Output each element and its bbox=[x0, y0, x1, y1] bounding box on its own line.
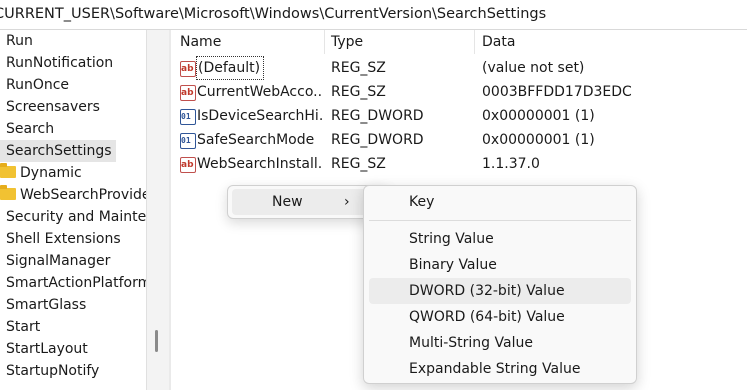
submenu-item-string-value[interactable]: String Value bbox=[369, 226, 631, 252]
submenu-item-expandable-string-value[interactable]: Expandable String Value bbox=[369, 356, 631, 382]
tree-item-searchsettings[interactable]: SearchSettings bbox=[0, 140, 116, 162]
tree-item-signalmanager[interactable]: SignalManager bbox=[0, 250, 110, 272]
submenu-item-dword-value[interactable]: DWORD (32-bit) Value bbox=[369, 278, 631, 304]
string-value-icon bbox=[180, 57, 196, 81]
column-header-name[interactable]: Name bbox=[180, 30, 221, 54]
tree-item-start[interactable]: Start bbox=[0, 316, 40, 338]
value-name: CurrentWebAcco... bbox=[197, 84, 323, 100]
address-path: CURRENT_USER\Software\Microsoft\Windows\… bbox=[0, 6, 547, 22]
value-data: 0x00000001 (1) bbox=[482, 132, 595, 148]
pane-splitter[interactable] bbox=[169, 30, 171, 390]
column-divider[interactable] bbox=[324, 30, 325, 54]
new-submenu: Key String Value Binary Value DWORD (32-… bbox=[363, 185, 637, 384]
key-tree-pane[interactable]: Run RunNotification RunOnce Screensavers… bbox=[0, 30, 146, 390]
value-type: REG_DWORD bbox=[331, 108, 424, 124]
submenu-item-binary-value[interactable]: Binary Value bbox=[369, 252, 631, 278]
value-data: 0003BFFDD17D3EDC bbox=[482, 84, 632, 100]
submenu-item-multi-string-value[interactable]: Multi-String Value bbox=[369, 330, 631, 356]
value-row-currentwebaccount[interactable]: CurrentWebAcco... REG_SZ 0003BFFDD17D3ED… bbox=[172, 80, 747, 105]
value-row-default[interactable]: (Default) REG_SZ (value not set) bbox=[172, 56, 747, 81]
value-row-safesearchmode[interactable]: SafeSearchMode REG_DWORD 0x00000001 (1) bbox=[172, 128, 747, 153]
address-bar[interactable]: CURRENT_USER\Software\Microsoft\Windows\… bbox=[0, 0, 747, 30]
scrollbar-thumb[interactable] bbox=[155, 330, 158, 352]
tree-item-shell-extensions[interactable]: Shell Extensions bbox=[0, 228, 121, 250]
value-type: REG_SZ bbox=[331, 84, 386, 100]
tree-item-startlayout[interactable]: StartLayout bbox=[0, 338, 88, 360]
value-type: REG_SZ bbox=[331, 156, 386, 172]
folder-icon bbox=[0, 185, 16, 200]
submenu-item-qword-value[interactable]: QWORD (64-bit) Value bbox=[369, 304, 631, 330]
value-name: SafeSearchMode bbox=[197, 132, 315, 148]
folder-icon bbox=[0, 163, 16, 178]
chevron-right-icon: › bbox=[344, 194, 350, 210]
value-data: (value not set) bbox=[482, 60, 585, 76]
tree-item-runnotification[interactable]: RunNotification bbox=[0, 52, 113, 74]
value-data: 1.1.37.0 bbox=[482, 156, 540, 172]
tree-item-search[interactable]: Search bbox=[0, 118, 54, 140]
value-type: REG_SZ bbox=[331, 60, 386, 76]
string-value-icon bbox=[180, 153, 196, 177]
value-type: REG_DWORD bbox=[331, 132, 424, 148]
tree-item-screensavers[interactable]: Screensavers bbox=[0, 96, 100, 118]
menu-item-new[interactable]: New › bbox=[232, 189, 384, 215]
column-header-data[interactable]: Data bbox=[482, 30, 515, 54]
value-name: IsDeviceSearchHi... bbox=[197, 108, 323, 124]
menu-item-new-label: New bbox=[272, 194, 303, 210]
value-name: WebSearchInstall... bbox=[197, 156, 323, 172]
menu-separator bbox=[369, 220, 631, 221]
value-data: 0x00000001 (1) bbox=[482, 108, 595, 124]
tree-item-smartglass[interactable]: SmartGlass bbox=[0, 294, 86, 316]
tree-item-run[interactable]: Run bbox=[0, 30, 33, 52]
tree-item-security-maintenance[interactable]: Security and Mainten bbox=[0, 206, 146, 228]
string-value-icon bbox=[180, 81, 196, 105]
submenu-item-key[interactable]: Key bbox=[369, 189, 631, 215]
binary-value-icon bbox=[180, 105, 196, 129]
column-header-type[interactable]: Type bbox=[331, 30, 363, 54]
tree-item-websearchprovider[interactable]: WebSearchProvide bbox=[0, 184, 146, 206]
tree-item-runonce[interactable]: RunOnce bbox=[0, 74, 69, 96]
binary-value-icon bbox=[180, 129, 196, 153]
tree-item-startupnotify[interactable]: StartupNotify bbox=[0, 360, 99, 382]
value-row-isdevicesearchhistory[interactable]: IsDeviceSearchHi... REG_DWORD 0x00000001… bbox=[172, 104, 747, 129]
tree-scrollbar[interactable] bbox=[146, 30, 169, 390]
value-name: (Default) bbox=[196, 56, 264, 80]
tree-item-smartactionplatform[interactable]: SmartActionPlatform bbox=[0, 272, 146, 294]
value-row-websearchinstall[interactable]: WebSearchInstall... REG_SZ 1.1.37.0 bbox=[172, 152, 747, 177]
column-divider[interactable] bbox=[474, 30, 475, 54]
tree-item-dynamic[interactable]: Dynamic bbox=[0, 162, 82, 184]
